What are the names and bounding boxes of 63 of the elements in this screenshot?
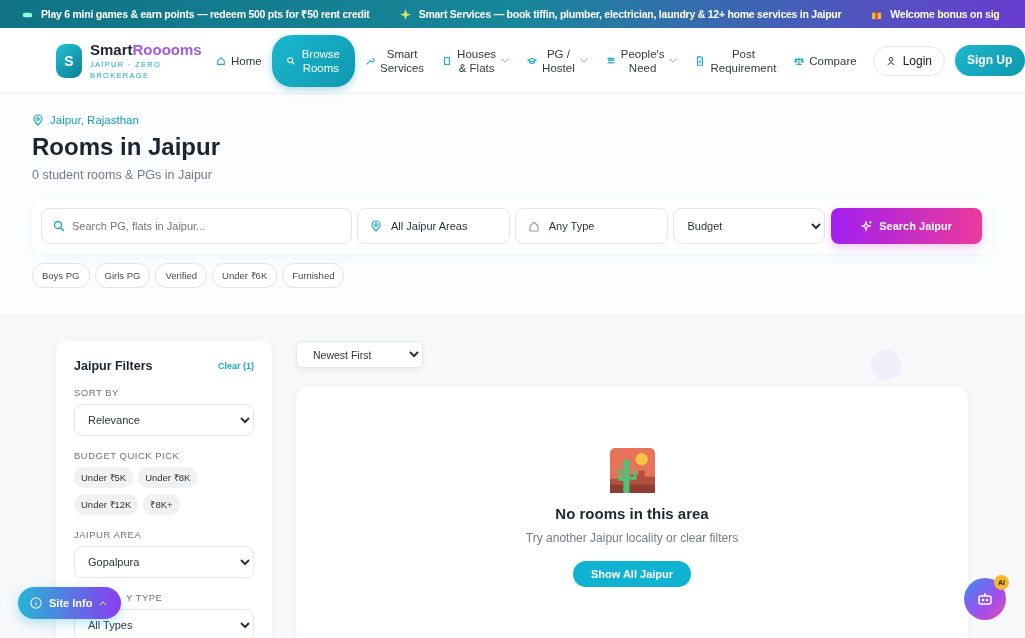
nav-link[interactable]: Houses & Flats: [434, 40, 518, 81]
filter-label: BUDGET QUICK PICK: [74, 450, 181, 461]
gift-icon: [871, 8, 883, 20]
location-pin-icon: [370, 220, 382, 232]
search-icon: [53, 220, 65, 232]
filter-chip[interactable]: Girls PG: [94, 263, 151, 288]
type-field[interactable]: Any Type: [514, 208, 668, 244]
budget-chip[interactable]: Under ₹5K: [74, 467, 134, 488]
brand-name[interactable]: SmartRooooms: [90, 40, 202, 59]
filter-chip[interactable]: Under ₹6K: [212, 263, 278, 288]
location-text: Jaipur, Rajasthan: [50, 114, 139, 126]
user-icon: [885, 55, 896, 66]
search-button[interactable]: Search Jaipur: [831, 208, 982, 244]
login-button[interactable]: Login: [872, 45, 945, 76]
sort-select[interactable]: Newest First: [296, 341, 423, 368]
filter-label: JAIPUR AREA: [74, 529, 143, 540]
home-icon: [527, 220, 540, 232]
filter-label: SORT BY: [74, 387, 120, 398]
filter-select[interactable]: Relevance: [74, 404, 254, 436]
filter-chip[interactable]: Boys PG: [32, 263, 90, 288]
filter-select[interactable]: All Types: [74, 609, 254, 638]
nav-link[interactable]: Compare: [786, 47, 865, 74]
announcement-text: Welcome bonus on sig: [890, 8, 1000, 20]
announcement-text: Play 6 mini games & earn points — redeem 500 pts for ₹50 rent credit: [41, 7, 370, 21]
budget-chip[interactable]: ₹8K+: [143, 494, 180, 515]
area-field[interactable]: All Jaipur Areas: [357, 208, 510, 244]
site-info-button[interactable]: Site Info: [18, 587, 122, 619]
page-subtitle: 0 student rooms & PGs in Jaipur: [32, 168, 213, 182]
filter-chip[interactable]: Verified: [155, 263, 208, 288]
budget-select[interactable]: Budget: [672, 208, 826, 244]
caret-icon: [579, 58, 588, 63]
filters-title: Jaipur Filters: [74, 359, 153, 373]
nav-link[interactable]: Post Requirement: [687, 40, 785, 81]
filter-chip[interactable]: Furnished: [282, 263, 345, 288]
empty-title: No rooms in this area: [555, 505, 709, 522]
empty-message: Try another Jaipur locality or clear filters: [525, 531, 739, 545]
page-title: Rooms in Jaipur: [32, 133, 222, 161]
doc-icon: [695, 55, 706, 66]
search-field[interactable]: Search PG, flats in Jaipur...: [41, 208, 352, 244]
location-pin-icon: [32, 114, 44, 126]
home-icon: [216, 55, 226, 66]
building-icon: [442, 55, 453, 66]
scale-icon: [794, 55, 805, 66]
chevron-up-icon: [99, 600, 108, 606]
people-icon: [605, 55, 616, 66]
robot-icon: [977, 591, 993, 607]
chatbot-button[interactable]: [964, 578, 1006, 620]
budget-chip[interactable]: Under ₹12K: [74, 494, 139, 515]
search-icon: [285, 55, 296, 66]
filter-select[interactable]: Gopalpura: [74, 546, 254, 578]
sparkle-icon: [861, 220, 874, 232]
nav-link[interactable]: Smart Services: [357, 40, 433, 81]
caret-icon: [501, 58, 510, 63]
cactus-icon: [609, 448, 655, 493]
info-icon: [30, 597, 42, 609]
sparkle-icon: [399, 8, 411, 20]
nav-link[interactable]: PG / Hostel: [519, 40, 596, 81]
nav-link[interactable]: People's Need: [597, 40, 686, 81]
nav-link[interactable]: Home: [208, 47, 270, 74]
announcement-text: Smart Services — book tiffin, plumber, electrician, laundry & 12+ home services in Jaipur: [418, 8, 842, 20]
caret-icon: [669, 58, 678, 63]
budget-chip[interactable]: Under ₹8K: [138, 467, 198, 488]
cap-icon: [527, 55, 538, 66]
